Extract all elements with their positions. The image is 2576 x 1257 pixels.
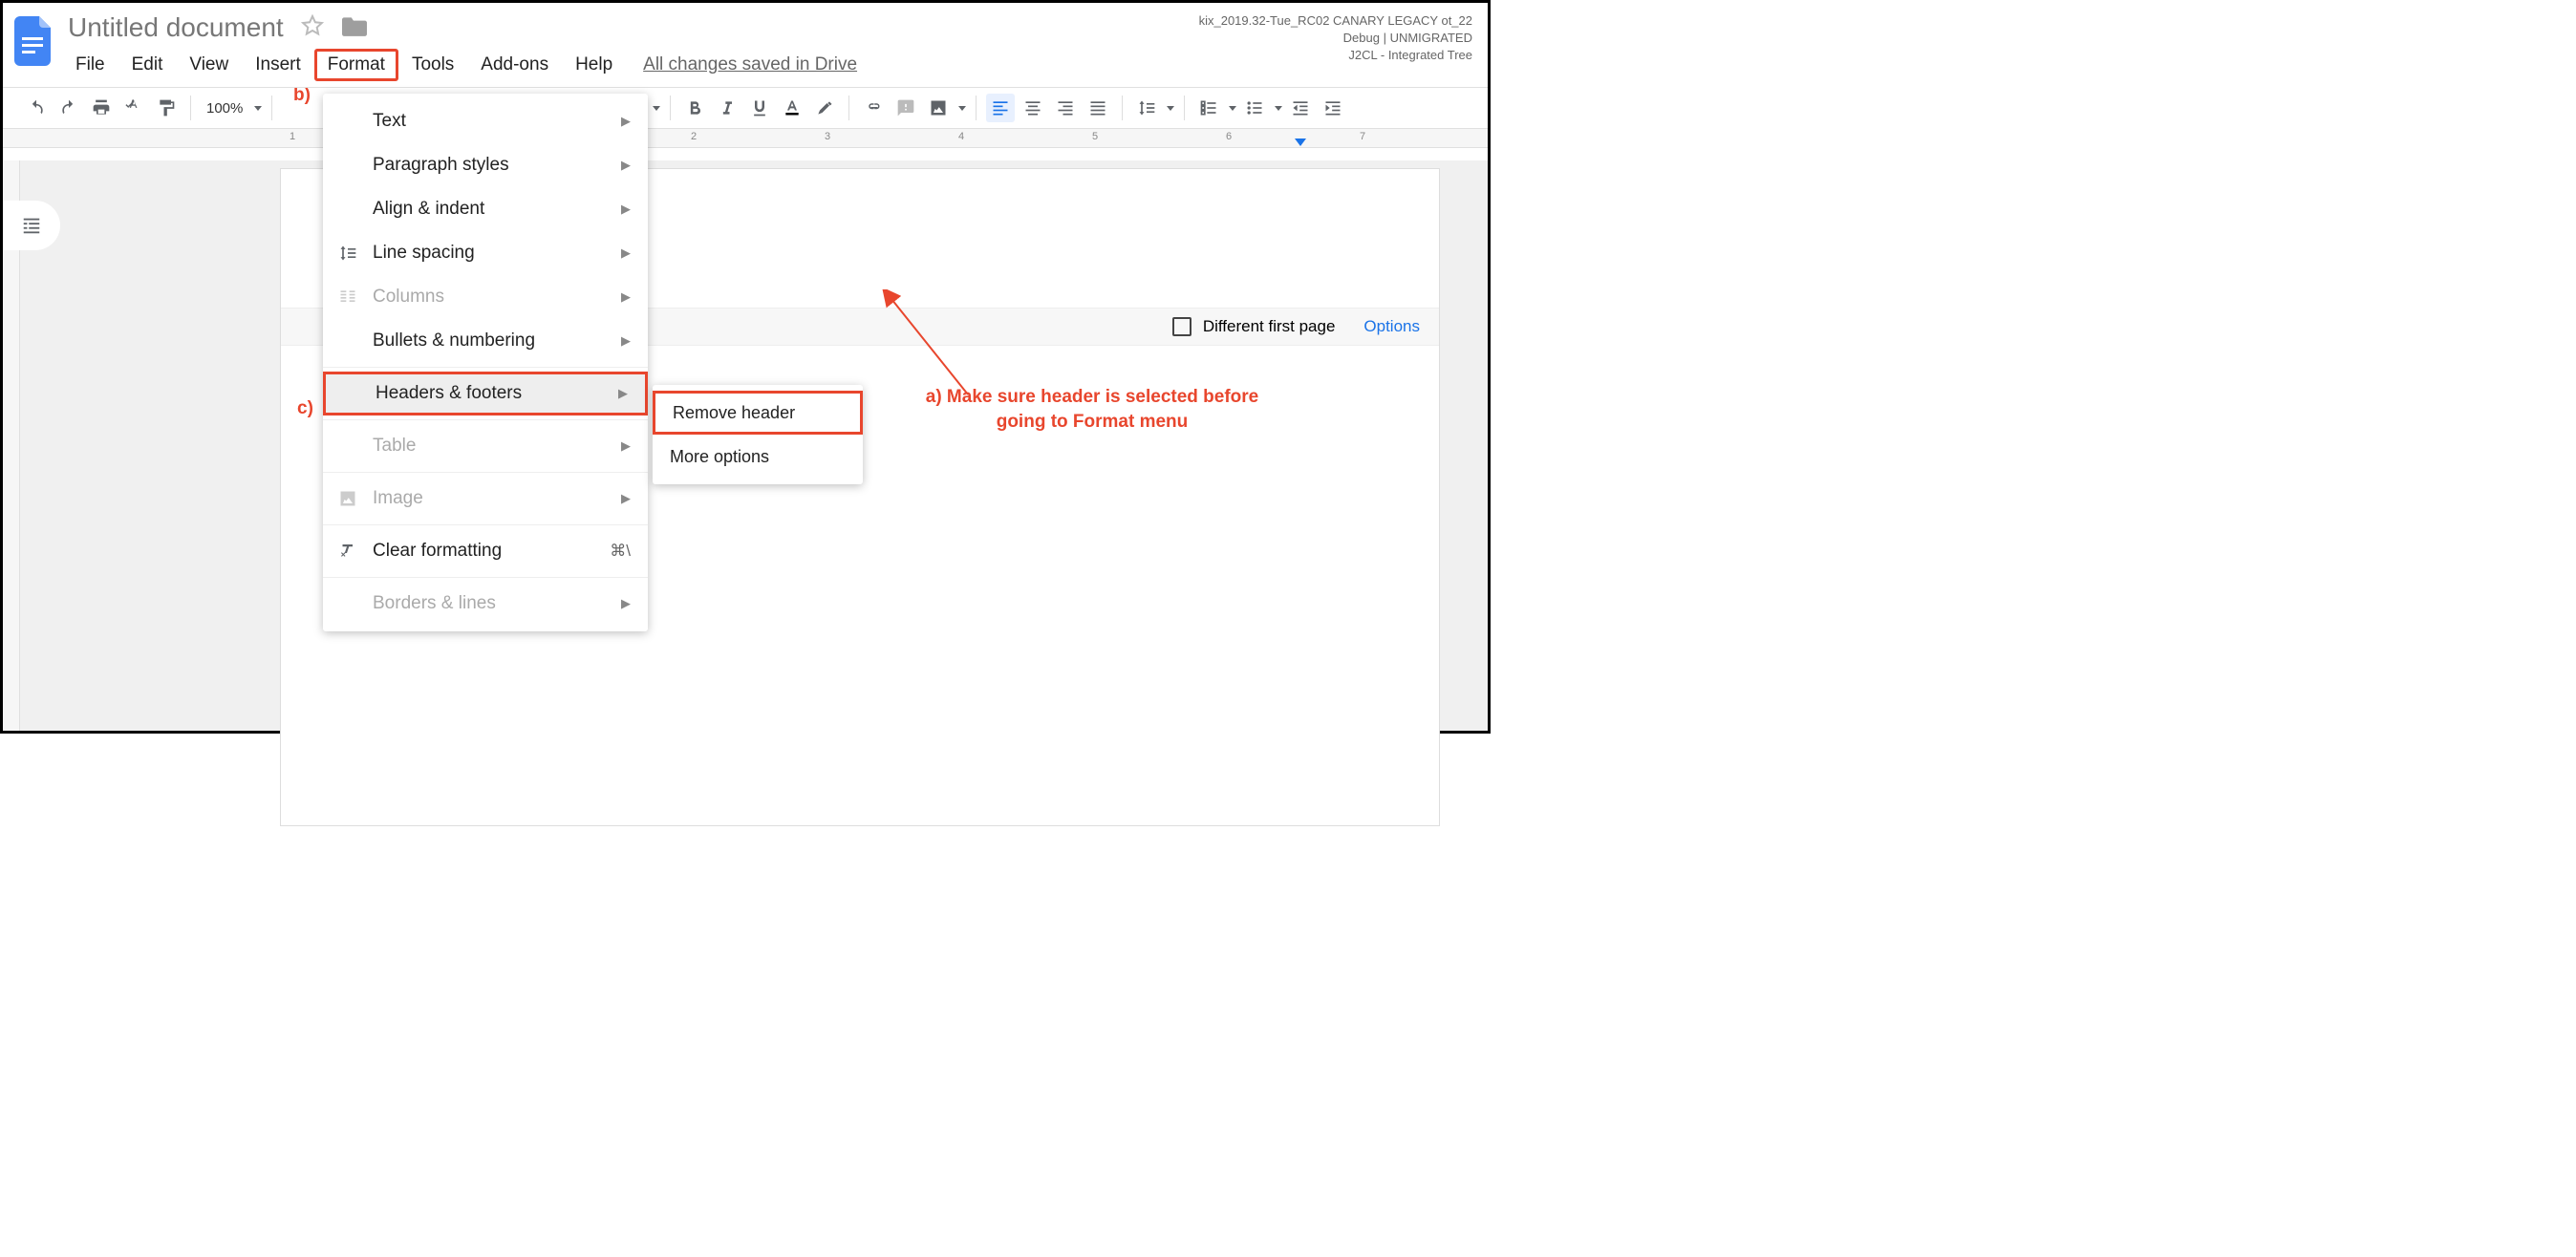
redo-button[interactable] bbox=[54, 94, 83, 122]
save-status[interactable]: All changes saved in Drive bbox=[643, 54, 857, 75]
menu-view[interactable]: View bbox=[176, 49, 242, 81]
header-options-link[interactable]: Options bbox=[1363, 317, 1420, 336]
menu-item-table: Table▶ bbox=[323, 424, 648, 468]
menu-tools[interactable]: Tools bbox=[398, 49, 467, 81]
menu-item-line-spacing[interactable]: Line spacing▶ bbox=[323, 231, 648, 275]
folder-icon[interactable] bbox=[342, 15, 367, 41]
debug-info: kix_2019.32-Tue_RC02 CANARY LEGACY ot_22… bbox=[1199, 12, 1472, 65]
star-icon[interactable] bbox=[301, 14, 324, 42]
menu-file[interactable]: File bbox=[62, 49, 118, 81]
underline-button[interactable] bbox=[745, 94, 774, 122]
submenu-more-options[interactable]: More options bbox=[653, 435, 863, 479]
bold-button[interactable] bbox=[680, 94, 709, 122]
align-left-button[interactable] bbox=[986, 94, 1015, 122]
menu-addons[interactable]: Add-ons bbox=[467, 49, 562, 81]
decrease-indent-button[interactable] bbox=[1286, 94, 1315, 122]
menu-item-headers-footers[interactable]: Headers & footers▶ bbox=[323, 372, 648, 415]
menu-item-paragraph-styles[interactable]: Paragraph styles▶ bbox=[323, 143, 648, 187]
align-right-button[interactable] bbox=[1051, 94, 1080, 122]
docs-logo-icon[interactable] bbox=[14, 16, 53, 66]
menu-item-align-indent[interactable]: Align & indent▶ bbox=[323, 187, 648, 231]
columns-icon bbox=[336, 286, 359, 309]
zoom-select[interactable]: 100% bbox=[201, 100, 262, 117]
insert-comment-button[interactable] bbox=[891, 94, 920, 122]
menu-help[interactable]: Help bbox=[562, 49, 626, 81]
menu-insert[interactable]: Insert bbox=[242, 49, 314, 81]
annotation-a: a) Make sure header is selected before g… bbox=[920, 385, 1264, 434]
bulleted-list-button[interactable] bbox=[1240, 94, 1282, 122]
italic-button[interactable] bbox=[713, 94, 741, 122]
headers-footers-submenu: Remove header More options bbox=[653, 385, 863, 484]
text-color-button[interactable] bbox=[778, 94, 806, 122]
document-title[interactable]: Untitled document bbox=[68, 12, 284, 43]
menu-item-image: Image▶ bbox=[323, 477, 648, 521]
highlight-button[interactable] bbox=[810, 94, 839, 122]
toolbar: 100% 11 bbox=[3, 87, 1488, 129]
submenu-remove-header[interactable]: Remove header bbox=[653, 391, 863, 435]
insert-link-button[interactable] bbox=[859, 94, 888, 122]
line-spacing-icon bbox=[336, 242, 359, 265]
line-spacing-button[interactable] bbox=[1132, 94, 1174, 122]
insert-image-button[interactable] bbox=[924, 94, 966, 122]
image-icon bbox=[336, 487, 359, 510]
outline-toggle-button[interactable] bbox=[3, 201, 60, 250]
undo-button[interactable] bbox=[22, 94, 51, 122]
different-first-page-checkbox[interactable] bbox=[1172, 317, 1191, 336]
spellcheck-button[interactable] bbox=[119, 94, 148, 122]
different-first-page-label: Different first page bbox=[1203, 317, 1336, 336]
menu-item-clear-formatting[interactable]: Clear formatting⌘\ bbox=[323, 529, 648, 573]
menu-item-columns: Columns▶ bbox=[323, 275, 648, 319]
print-button[interactable] bbox=[87, 94, 116, 122]
align-justify-button[interactable] bbox=[1084, 94, 1112, 122]
paint-format-button[interactable] bbox=[152, 94, 181, 122]
format-menu-dropdown: Text▶ Paragraph styles▶ Align & indent▶ … bbox=[323, 94, 648, 631]
checklist-button[interactable] bbox=[1194, 94, 1236, 122]
menu-item-bullets-numbering[interactable]: Bullets & numbering▶ bbox=[323, 319, 648, 363]
menu-item-text[interactable]: Text▶ bbox=[323, 99, 648, 143]
titlebar: Untitled document File Edit View Insert … bbox=[3, 3, 1488, 81]
menu-item-borders-lines: Borders & lines▶ bbox=[323, 582, 648, 626]
menu-edit[interactable]: Edit bbox=[118, 49, 177, 81]
increase-indent-button[interactable] bbox=[1319, 94, 1347, 122]
menu-format[interactable]: Format bbox=[314, 49, 398, 81]
clear-formatting-icon bbox=[336, 540, 359, 563]
horizontal-ruler[interactable]: 1 2 3 4 5 6 7 bbox=[3, 129, 1488, 148]
align-center-button[interactable] bbox=[1019, 94, 1047, 122]
annotation-c: c) bbox=[297, 398, 313, 419]
